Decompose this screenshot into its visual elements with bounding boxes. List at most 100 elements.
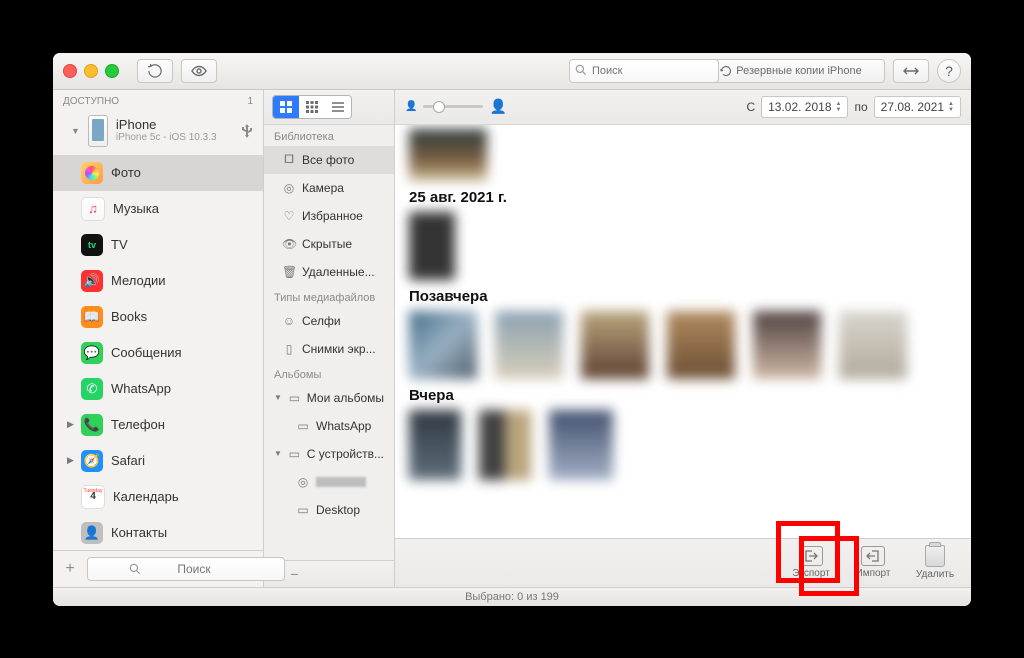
tree-all-photos[interactable]: 🞑Все фото	[264, 146, 394, 174]
tree-heading-albums: Альбомы	[264, 363, 394, 384]
photo-thumbnail[interactable]	[549, 410, 613, 480]
window-minimize-button[interactable]	[84, 64, 98, 78]
tree-camera[interactable]: ◎Камера	[264, 174, 394, 202]
import-button[interactable]: Импорт	[851, 546, 895, 579]
trash-icon	[925, 545, 945, 567]
tree-album-redacted[interactable]: ◎	[264, 468, 394, 496]
section-title: 25 авг. 2021 г.	[409, 189, 957, 206]
safari-icon: 🧭	[81, 450, 103, 472]
nav-label: TV	[111, 237, 128, 252]
refresh-icon	[720, 65, 732, 77]
help-button[interactable]: ?	[937, 59, 961, 83]
photo-thumbnail[interactable]	[839, 311, 907, 379]
expand-arrow[interactable]: ▶	[67, 419, 74, 430]
nav-label: Контакты	[111, 525, 167, 540]
photo-thumbnail[interactable]	[495, 311, 563, 379]
photos-icon	[81, 162, 103, 184]
album-icon: ▭	[296, 419, 310, 433]
nav-safari[interactable]: ▶ 🧭 Safari	[53, 443, 263, 479]
photo-thumbnail[interactable]	[409, 129, 487, 181]
tree-heading-library: Библиотека	[264, 125, 394, 146]
nav-whatsapp[interactable]: ✆ WhatsApp	[53, 371, 263, 407]
usb-icon	[241, 124, 253, 138]
section-title: Позавчера	[409, 288, 957, 305]
global-search-input[interactable]	[569, 59, 719, 83]
nav-contacts[interactable]: 👤 Контакты	[53, 515, 263, 550]
trash-icon: 🗑	[282, 265, 296, 279]
photo-thumbnail[interactable]	[753, 311, 821, 379]
tree-my-albums[interactable]: ▼▭Мои альбомы	[264, 384, 394, 412]
date-from-label: С	[746, 100, 755, 114]
nav-music[interactable]: ♫ Музыка	[53, 191, 263, 227]
refresh-button[interactable]	[137, 59, 173, 83]
view-mode-segmented[interactable]	[272, 95, 352, 119]
nav-label: WhatsApp	[111, 381, 171, 396]
export-button[interactable]: Экспорт	[789, 546, 833, 579]
view-grid[interactable]	[273, 96, 299, 118]
photo-thumbnail[interactable]	[409, 311, 477, 379]
sidebar-search[interactable]	[87, 557, 255, 581]
ringtone-icon: 🔊	[81, 270, 103, 292]
nav-calendar[interactable]: Tuesday4 Календарь	[53, 479, 263, 515]
camera-icon: ◎	[296, 475, 310, 489]
add-button[interactable]: +	[61, 560, 79, 578]
stepper-icon[interactable]: ▲▼	[948, 101, 954, 113]
nav-label: Фото	[111, 165, 141, 180]
nav-label: Books	[111, 309, 147, 324]
delete-button[interactable]: Удалить	[913, 545, 957, 580]
window-zoom-button[interactable]	[105, 64, 119, 78]
stack-icon: 🞑	[282, 152, 296, 167]
tree-hidden[interactable]: 👁Скрытые	[264, 230, 394, 258]
calendar-icon: Tuesday4	[81, 485, 105, 509]
thumbnail-size-slider[interactable]: 👤 👤	[405, 98, 507, 115]
remove-album-button[interactable]: −	[290, 566, 298, 582]
music-icon: ♫	[81, 197, 105, 221]
photo-thumbnail[interactable]	[581, 311, 649, 379]
view-small-grid[interactable]	[299, 96, 325, 118]
device-icon: ▯	[282, 342, 296, 356]
backups-dropdown[interactable]: Резервные копии iPhone	[697, 59, 885, 83]
stepper-icon[interactable]: ▲▼	[836, 101, 842, 113]
tree-album-desktop[interactable]: ▭Desktop	[264, 496, 394, 524]
tree-favorites[interactable]: ♡Избранное	[264, 202, 394, 230]
tree-deleted[interactable]: 🗑Удаленные...	[264, 258, 394, 286]
messages-icon: 💬	[81, 342, 103, 364]
tree-from-devices[interactable]: ▼▭С устройств...	[264, 440, 394, 468]
album-icon: ▭	[296, 503, 310, 517]
photo-thumbnail[interactable]	[667, 311, 735, 379]
device-name: iPhone	[116, 118, 217, 132]
nav-books[interactable]: 📖 Books	[53, 299, 263, 335]
folder-icon: ▭	[288, 447, 301, 461]
transfer-button[interactable]	[893, 59, 929, 83]
nav-tv[interactable]: tv TV	[53, 227, 263, 263]
view-list[interactable]	[325, 96, 351, 118]
window-close-button[interactable]	[63, 64, 77, 78]
photo-thumbnail[interactable]	[409, 212, 455, 280]
eye-off-icon: 👁	[282, 237, 296, 251]
camera-icon: ◎	[282, 181, 296, 195]
disclosure-triangle[interactable]: ▼	[71, 126, 80, 136]
nav-phone[interactable]: ▶ 📞 Телефон	[53, 407, 263, 443]
nav-messages[interactable]: 💬 Сообщения	[53, 335, 263, 371]
nav-photos[interactable]: Фото	[53, 155, 263, 191]
photo-thumbnail[interactable]	[409, 410, 461, 480]
device-row[interactable]: ▼ iPhone iPhone 5c - iOS 10.3.3	[53, 111, 263, 151]
tree-selfies[interactable]: ☺Селфи	[264, 307, 394, 335]
expand-arrow[interactable]: ▶	[67, 455, 74, 466]
global-search[interactable]	[569, 59, 689, 83]
date-from-field[interactable]: 13.02. 2018 ▲▼	[761, 96, 848, 118]
nav-label: Сообщения	[111, 345, 182, 360]
backups-label: Резервные копии iPhone	[736, 65, 862, 77]
tree-album-whatsapp[interactable]: ▭WhatsApp	[264, 412, 394, 440]
photo-thumbnail[interactable]	[479, 410, 531, 480]
person-large-icon: 👤	[489, 98, 506, 115]
tree-screenshots[interactable]: ▯Снимки экр...	[264, 335, 394, 363]
contacts-icon: 👤	[81, 522, 103, 544]
preview-button[interactable]	[181, 59, 217, 83]
face-icon: ☺	[282, 314, 296, 328]
sidebar-search-input[interactable]	[87, 557, 285, 581]
tree-heading-types: Типы медиафайлов	[264, 286, 394, 307]
nav-label: Календарь	[113, 489, 179, 504]
date-to-field[interactable]: 27.08. 2021 ▲▼	[874, 96, 961, 118]
nav-ringtones[interactable]: 🔊 Мелодии	[53, 263, 263, 299]
